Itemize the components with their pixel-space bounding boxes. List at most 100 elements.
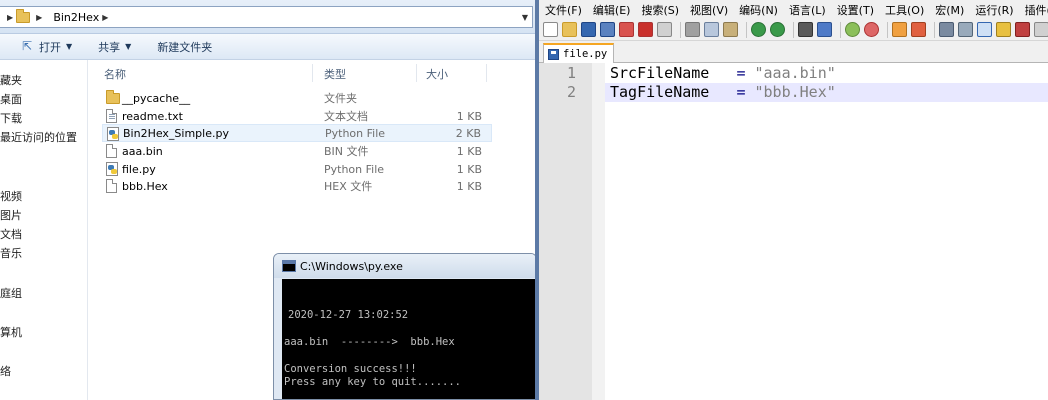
- fold-margin[interactable]: [592, 63, 605, 400]
- replace-icon[interactable]: [817, 22, 832, 37]
- print-icon[interactable]: [657, 22, 672, 37]
- nav-item-desktop[interactable]: 桌面: [0, 91, 22, 107]
- nav-item-music[interactable]: 音乐: [0, 245, 22, 261]
- nav-item-pictures[interactable]: 图片: [0, 207, 22, 223]
- open-icon: ⇱: [22, 39, 33, 53]
- file-row[interactable]: readme.txt 文本文档 1 KB: [102, 107, 492, 125]
- new-folder-button[interactable]: 新建文件夹: [157, 39, 212, 55]
- file-row[interactable]: bbb.Hex HEX 文件 1 KB: [102, 177, 492, 195]
- line-number: 2: [566, 83, 576, 101]
- file-size: 2 KB: [455, 126, 481, 140]
- address-bar-area: ▶ ▶ Bin2Hex ▶ ▼: [0, 0, 535, 34]
- breadcrumb-root[interactable]: ▶ ▶: [0, 7, 49, 27]
- menu-run[interactable]: 运行(R): [975, 2, 1013, 18]
- console-line: Press any key to quit.......: [284, 376, 462, 388]
- address-dropdown-icon[interactable]: ▼: [522, 13, 528, 22]
- zoom-in-icon[interactable]: [845, 22, 860, 37]
- file-type: Python File: [324, 162, 385, 176]
- notepad-plus-plus-window: 文件(F) 编辑(E) 搜索(S) 视图(V) 编码(N) 语言(L) 设置(T…: [535, 0, 1048, 400]
- menu-language[interactable]: 语言(L): [789, 2, 826, 18]
- menu-view[interactable]: 视图(V): [690, 2, 728, 18]
- file-size: 1 KB: [456, 144, 482, 158]
- redo-icon[interactable]: [770, 22, 785, 37]
- word-wrap-icon[interactable]: [939, 22, 954, 37]
- menu-tools[interactable]: 工具(O): [885, 2, 924, 18]
- tab-file-py[interactable]: file.py: [543, 43, 615, 63]
- save-all-icon[interactable]: [600, 22, 615, 37]
- close-all-icon[interactable]: [638, 22, 653, 37]
- nav-item-recent[interactable]: 最近访问的位置: [0, 129, 77, 145]
- close-file-icon[interactable]: [619, 22, 634, 37]
- menu-edit[interactable]: 编辑(E): [593, 2, 631, 18]
- folder-icon: [16, 8, 31, 23]
- nav-item-network[interactable]: 络: [0, 363, 11, 379]
- new-file-icon[interactable]: [543, 22, 558, 37]
- open-button[interactable]: ⇱ 打开 ▼: [22, 39, 72, 55]
- file-size: 1 KB: [456, 179, 482, 193]
- address-bar[interactable]: ▶ ▶ Bin2Hex ▶ ▼: [0, 6, 533, 28]
- open-label: 打开: [39, 40, 61, 54]
- sync-horizontal-icon[interactable]: [911, 22, 926, 37]
- sync-vertical-icon[interactable]: [892, 22, 907, 37]
- explorer-toolbar: ⇱ 打开 ▼ 共享 ▼ 新建文件夹: [0, 34, 535, 60]
- menu-plugins[interactable]: 插件(P): [1025, 2, 1048, 18]
- language-icon[interactable]: [996, 22, 1011, 37]
- menu-search[interactable]: 搜索(S): [641, 2, 679, 18]
- nav-item-favorites[interactable]: 藏夹: [0, 72, 22, 88]
- toolbar-separator: [746, 21, 747, 38]
- file-name: __pycache__: [122, 91, 191, 105]
- menu-encoding[interactable]: 编码(N): [739, 2, 778, 18]
- cut-icon[interactable]: [685, 22, 700, 37]
- console-title-bar[interactable]: C:\Windows\py.exe: [274, 254, 536, 278]
- file-row[interactable]: __pycache__ 文件夹: [102, 89, 492, 107]
- code-line[interactable]: SrcFileName = "aaa.bin": [605, 64, 1048, 83]
- doc-map-icon[interactable]: [1015, 22, 1030, 37]
- code-editor[interactable]: 1 2 SrcFileName = "aaa.bin" TagFileName …: [539, 63, 1048, 400]
- copy-icon[interactable]: [704, 22, 719, 37]
- menu-file[interactable]: 文件(F): [545, 2, 582, 18]
- function-list-icon[interactable]: [1034, 22, 1048, 37]
- nav-item-computer[interactable]: 算机: [0, 324, 22, 340]
- column-header-name[interactable]: 名称: [104, 66, 126, 82]
- chevron-down-icon: ▼: [66, 42, 73, 51]
- file-name: aaa.bin: [122, 144, 163, 158]
- share-button[interactable]: 共享 ▼: [98, 39, 131, 55]
- file-type: Python File: [325, 126, 386, 140]
- breadcrumb-item[interactable]: Bin2Hex ▶: [49, 7, 115, 27]
- column-divider[interactable]: [486, 64, 487, 82]
- indent-guide-icon[interactable]: [977, 22, 992, 37]
- saved-file-icon: [548, 48, 559, 60]
- zoom-out-icon[interactable]: [864, 22, 879, 37]
- column-header-size[interactable]: 大小: [426, 66, 448, 82]
- file-row[interactable]: file.py Python File 1 KB: [102, 160, 492, 178]
- column-header-type[interactable]: 类型: [324, 66, 346, 82]
- code-line-current[interactable]: TagFileName = "bbb.Hex": [605, 83, 1048, 102]
- paste-icon[interactable]: [723, 22, 738, 37]
- file-name: bbb.Hex: [122, 179, 168, 193]
- file-row[interactable]: aaa.bin BIN 文件 1 KB: [102, 142, 492, 160]
- menu-settings[interactable]: 设置(T): [837, 2, 874, 18]
- navigation-pane: 藏夹 桌面 下载 最近访问的位置 视频 图片 文档 音乐 庭组 算机 络: [0, 60, 88, 400]
- file-row[interactable]: Bin2Hex_Simple.py Python File 2 KB: [102, 124, 492, 142]
- column-divider[interactable]: [416, 64, 417, 82]
- nav-item-downloads[interactable]: 下载: [0, 110, 22, 126]
- file-type: 文本文档: [324, 110, 368, 123]
- nav-item-homegroup[interactable]: 庭组: [0, 285, 22, 301]
- console-window[interactable]: C:\Windows\py.exe 2020-12-27 13:02:52 aa…: [273, 253, 537, 400]
- column-divider[interactable]: [312, 64, 313, 82]
- save-icon[interactable]: [581, 22, 596, 37]
- console-icon: [282, 260, 296, 272]
- code-identifier: TagFileName: [610, 83, 710, 101]
- tab-bar: file.py: [539, 41, 1048, 63]
- nav-item-videos[interactable]: 视频: [0, 188, 22, 204]
- console-title: C:\Windows\py.exe: [300, 259, 403, 273]
- show-all-characters-icon[interactable]: [958, 22, 973, 37]
- open-file-icon[interactable]: [562, 22, 577, 37]
- new-folder-label: 新建文件夹: [157, 40, 213, 54]
- code-string: "aaa.bin": [754, 64, 836, 82]
- find-icon[interactable]: [798, 22, 813, 37]
- menu-macro[interactable]: 宏(M): [935, 2, 964, 18]
- nav-item-documents[interactable]: 文档: [0, 226, 22, 242]
- code-identifier: SrcFileName: [610, 64, 710, 82]
- undo-icon[interactable]: [751, 22, 766, 37]
